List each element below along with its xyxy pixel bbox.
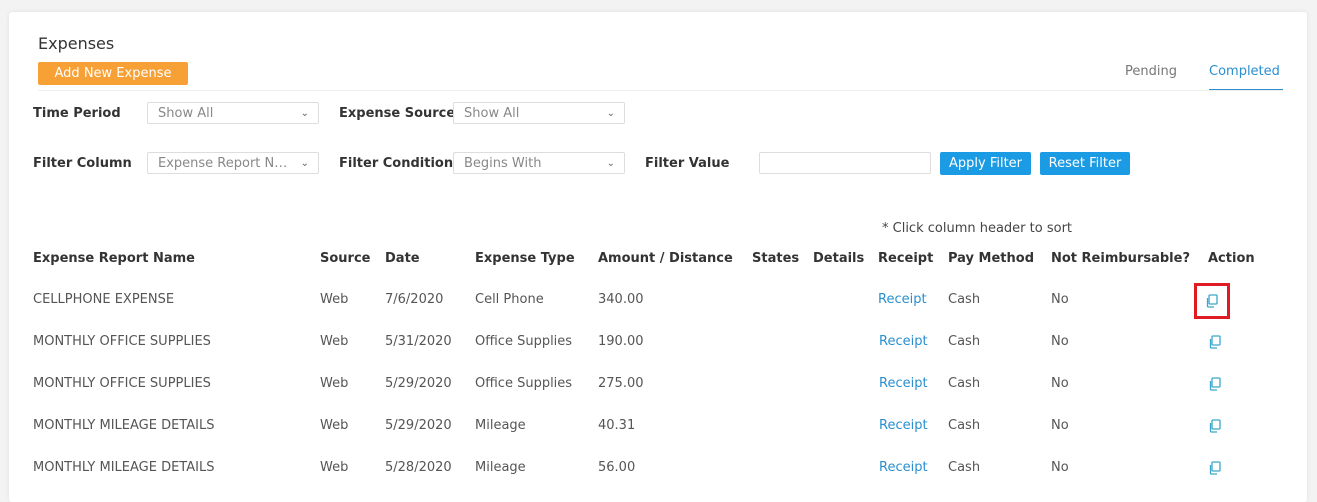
cell-amount: 40.31 <box>598 418 636 433</box>
cell-pay-method: Cash <box>948 460 981 475</box>
filter-column-select[interactable]: Expense Report Na... ⌄ <box>147 152 319 174</box>
time-period-label: Time Period <box>33 106 121 121</box>
chevron-down-icon: ⌄ <box>300 158 309 169</box>
table-row: MONTHLY MILEAGE DETAILS Web 5/29/2020 Mi… <box>9 406 1307 448</box>
filter-condition-value: Begins With <box>464 156 542 171</box>
column-header-date[interactable]: Date <box>385 251 420 266</box>
column-header-amount-distance[interactable]: Amount / Distance <box>598 251 733 266</box>
chevron-down-icon: ⌄ <box>606 108 615 119</box>
receipt-link[interactable]: Receipt <box>879 460 928 475</box>
cell-pay-method: Cash <box>948 292 981 307</box>
page-title: Expenses <box>38 34 115 53</box>
cell-date: 5/31/2020 <box>385 334 452 349</box>
copy-expense-button[interactable] <box>1203 414 1227 438</box>
cell-amount: 190.00 <box>598 334 644 349</box>
copy-icon <box>1209 377 1221 391</box>
add-new-expense-button[interactable]: Add New Expense <box>38 62 188 85</box>
filter-condition-label: Filter Condition <box>339 156 454 171</box>
filter-condition-select[interactable]: Begins With ⌄ <box>453 152 625 174</box>
cell-expense-type: Office Supplies <box>475 334 573 349</box>
cell-not-reimbursable: No <box>1051 334 1069 349</box>
cell-expense-report-name: MONTHLY MILEAGE DETAILS <box>33 460 215 475</box>
column-header-expense-type[interactable]: Expense Type <box>475 251 575 266</box>
column-header-states[interactable]: States <box>752 251 799 266</box>
chevron-down-icon: ⌄ <box>300 108 309 119</box>
column-header-details[interactable]: Details <box>813 251 864 266</box>
cell-expense-report-name: MONTHLY OFFICE SUPPLIES <box>33 334 211 349</box>
receipt-link[interactable]: Receipt <box>879 418 928 433</box>
cell-source: Web <box>320 376 349 391</box>
cell-not-reimbursable: No <box>1051 292 1069 307</box>
cell-source: Web <box>320 334 349 349</box>
cell-date: 5/29/2020 <box>385 376 452 391</box>
tab-completed[interactable]: Completed <box>1209 64 1280 79</box>
cell-source: Web <box>320 460 349 475</box>
apply-filter-button[interactable]: Apply Filter <box>940 152 1031 175</box>
tabs-divider <box>38 90 1283 91</box>
expense-source-select[interactable]: Show All ⌄ <box>453 102 625 124</box>
cell-date: 7/6/2020 <box>385 292 444 307</box>
column-header-action: Action <box>1208 251 1255 266</box>
cell-date: 5/29/2020 <box>385 418 452 433</box>
copy-icon <box>1206 294 1218 308</box>
cell-not-reimbursable: No <box>1051 418 1069 433</box>
time-period-value: Show All <box>158 106 214 121</box>
cell-expense-type: Mileage <box>475 418 526 433</box>
cell-pay-method: Cash <box>948 418 981 433</box>
column-header-pay-method[interactable]: Pay Method <box>948 251 1034 266</box>
column-header-not-reimbursable[interactable]: Not Reimbursable? <box>1051 251 1190 266</box>
table-row: MONTHLY MILEAGE DETAILS Web 5/28/2020 Mi… <box>9 448 1307 490</box>
copy-expense-button[interactable] <box>1194 283 1230 319</box>
cell-amount: 340.00 <box>598 292 644 307</box>
cell-not-reimbursable: No <box>1051 460 1069 475</box>
active-tab-indicator <box>1209 89 1283 90</box>
cell-pay-method: Cash <box>948 334 981 349</box>
copy-expense-button[interactable] <box>1203 456 1227 480</box>
receipt-link[interactable]: Receipt <box>878 292 927 307</box>
cell-date: 5/28/2020 <box>385 460 452 475</box>
expenses-panel: Expenses Add New Expense Pending Complet… <box>9 12 1307 502</box>
cell-expense-report-name: MONTHLY MILEAGE DETAILS <box>33 418 215 433</box>
expense-source-value: Show All <box>464 106 520 121</box>
receipt-link[interactable]: Receipt <box>879 334 928 349</box>
cell-amount: 275.00 <box>598 376 644 391</box>
table-row: MONTHLY OFFICE SUPPLIES Web 5/29/2020 Of… <box>9 364 1307 406</box>
copy-icon <box>1209 335 1221 349</box>
filter-column-label: Filter Column <box>33 156 132 171</box>
copy-expense-button[interactable] <box>1203 372 1227 396</box>
filter-value-label: Filter Value <box>645 156 730 171</box>
column-header-receipt[interactable]: Receipt <box>878 251 933 266</box>
table-row: CELLPHONE EXPENSE Web 7/6/2020 Cell Phon… <box>9 280 1307 322</box>
copy-icon <box>1209 419 1221 433</box>
cell-expense-report-name: MONTHLY OFFICE SUPPLIES <box>33 376 211 391</box>
sort-hint: * Click column header to sort <box>882 221 1073 236</box>
expense-source-label: Expense Source <box>339 106 456 121</box>
cell-expense-report-name: CELLPHONE EXPENSE <box>33 292 175 307</box>
filter-value-input[interactable] <box>759 152 931 174</box>
receipt-link[interactable]: Receipt <box>879 376 928 391</box>
time-period-select[interactable]: Show All ⌄ <box>147 102 319 124</box>
column-header-source[interactable]: Source <box>320 251 370 266</box>
cell-expense-type: Office Supplies <box>475 376 573 391</box>
table-row: MONTHLY OFFICE SUPPLIES Web 5/31/2020 Of… <box>9 322 1307 364</box>
cell-pay-method: Cash <box>948 376 981 391</box>
column-header-expense-report-name[interactable]: Expense Report Name <box>33 251 195 266</box>
cell-not-reimbursable: No <box>1051 376 1069 391</box>
reset-filter-button[interactable]: Reset Filter <box>1040 152 1130 175</box>
cell-expense-type: Cell Phone <box>475 292 544 307</box>
copy-expense-button[interactable] <box>1203 330 1227 354</box>
cell-expense-type: Mileage <box>475 460 526 475</box>
cell-source: Web <box>320 292 349 307</box>
tab-pending[interactable]: Pending <box>1125 64 1177 79</box>
copy-icon <box>1209 461 1221 475</box>
cell-amount: 56.00 <box>598 460 636 475</box>
cell-source: Web <box>320 418 349 433</box>
chevron-down-icon: ⌄ <box>606 158 615 169</box>
filter-column-value: Expense Report Na... <box>158 156 293 171</box>
